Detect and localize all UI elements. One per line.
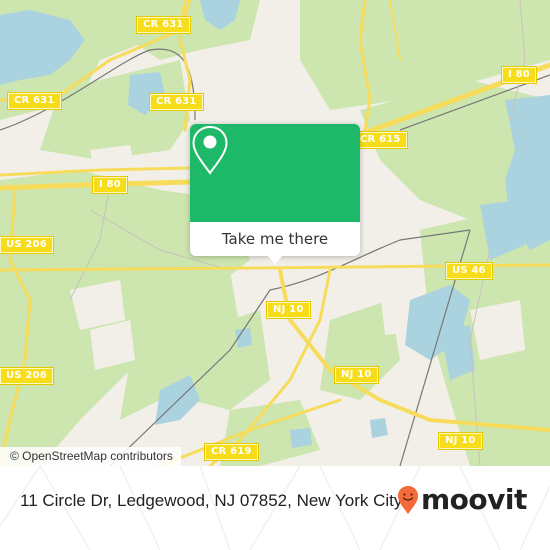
road-shield-us206: US 206 <box>0 237 53 253</box>
road-shield-nj10: NJ 10 <box>335 367 378 383</box>
road-shield-nj10: NJ 10 <box>267 302 310 318</box>
road-shield-us46: US 46 <box>446 263 492 279</box>
moovit-wordmark: moovit <box>421 483 527 516</box>
road-shield-cr615: CR 615 <box>354 132 407 148</box>
map-view[interactable]: CR 631 CR 631 CR 631 I 80 CR 615 I 80 US… <box>0 0 550 466</box>
map-attribution[interactable]: © OpenStreetMap contributors <box>0 447 181 466</box>
take-me-there-button[interactable]: Take me there <box>190 222 360 256</box>
road-shield-cr631: CR 631 <box>137 17 190 33</box>
popup-pointer <box>267 255 283 264</box>
popup-header <box>190 124 360 222</box>
moovit-logo[interactable]: moovit <box>397 485 527 515</box>
footer: 11 Circle Dr, Ledgewood, NJ 07852, New Y… <box>0 466 550 550</box>
map-pin-icon <box>192 125 228 175</box>
road-shield-cr631: CR 631 <box>8 93 61 109</box>
road-shield-nj10: NJ 10 <box>439 433 482 449</box>
road-shield-cr631: CR 631 <box>150 94 203 110</box>
moovit-smile-pin-icon <box>398 486 418 514</box>
location-popup: Take me there <box>190 124 360 264</box>
address-text: 11 Circle Dr, Ledgewood, NJ 07852, New Y… <box>20 491 403 510</box>
road-shield-us206: US 206 <box>0 368 53 384</box>
road-shield-i80: I 80 <box>93 177 127 193</box>
road-shield-i80: I 80 <box>502 67 536 83</box>
road-shield-cr619: CR 619 <box>205 444 258 460</box>
